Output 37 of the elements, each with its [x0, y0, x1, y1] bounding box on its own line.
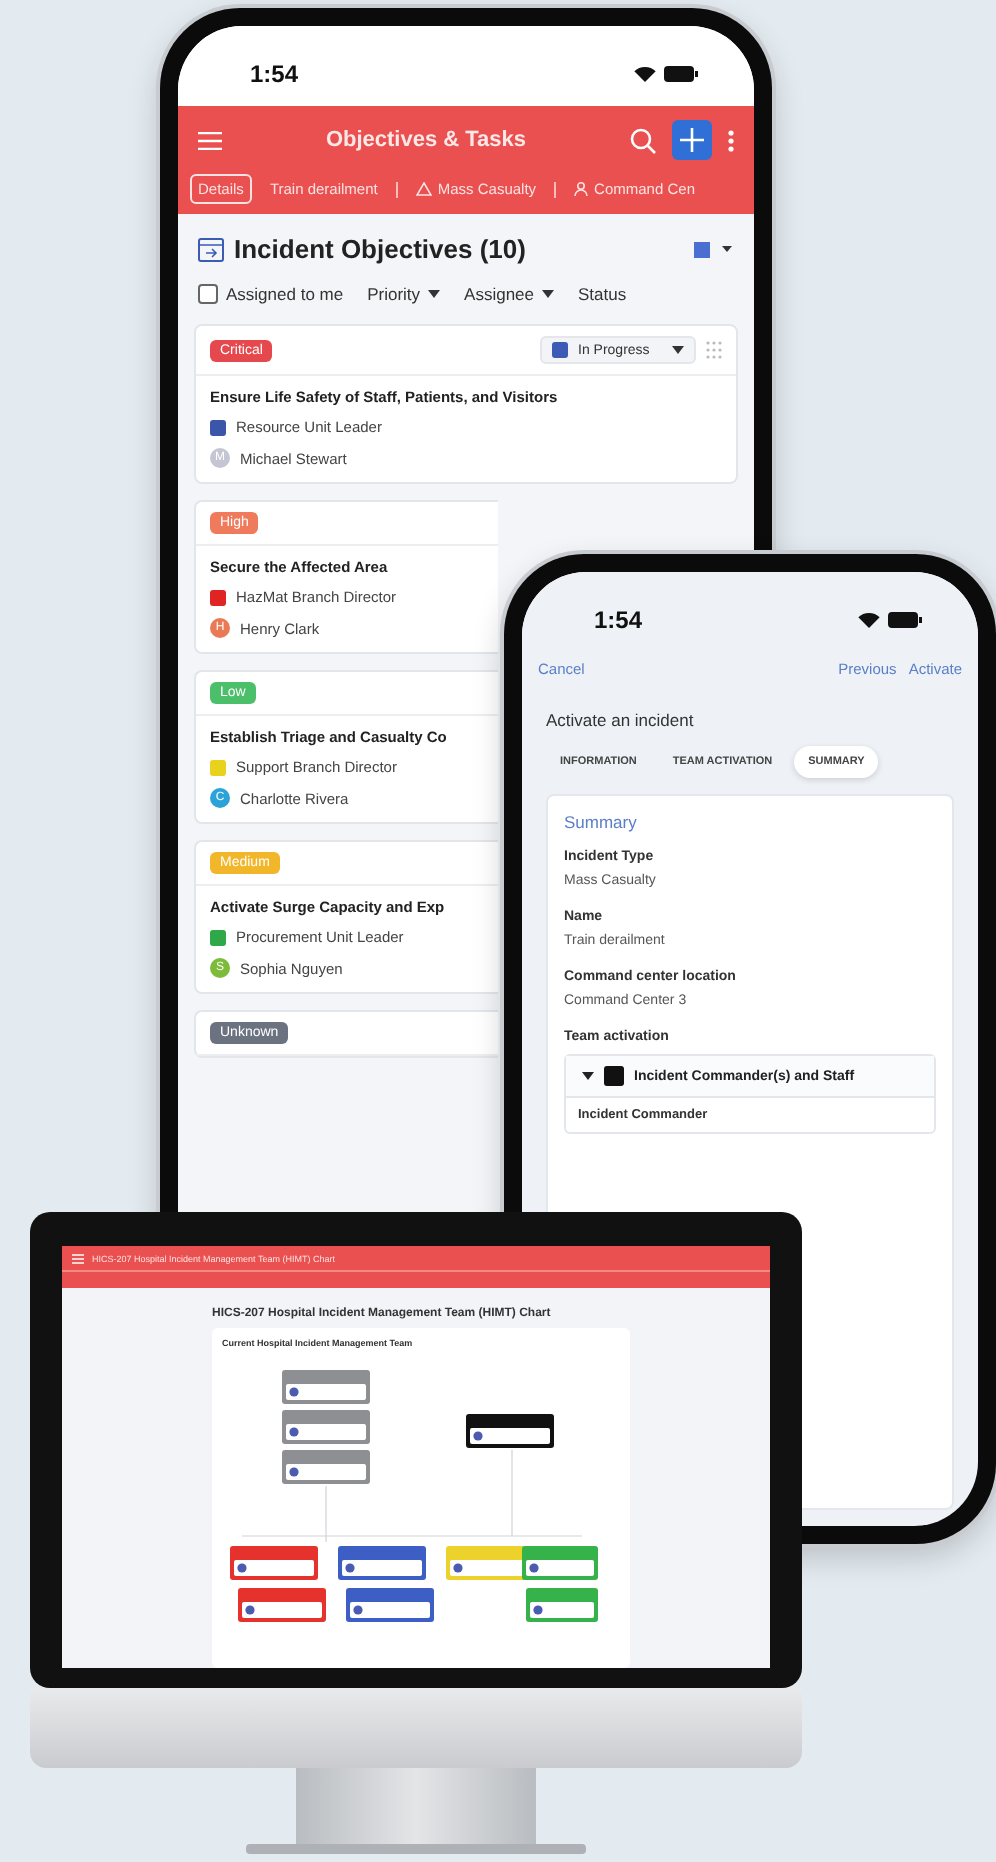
menu-icon[interactable] — [198, 131, 222, 149]
org-chart-node — [282, 1410, 370, 1444]
warning-icon — [415, 182, 432, 196]
org-chart-node — [282, 1370, 370, 1404]
battery-icon — [664, 66, 698, 82]
org-chart-node — [282, 1450, 370, 1484]
drag-handle-icon[interactable] — [706, 340, 722, 360]
org-chart-node — [230, 1546, 318, 1580]
wifi-icon — [858, 612, 880, 628]
section-title: Incident Objectives (10) — [234, 234, 528, 264]
objectives-icon — [198, 237, 224, 261]
more-icon[interactable] — [728, 129, 734, 151]
search-icon[interactable] — [630, 127, 656, 153]
menu-icon[interactable] — [72, 1253, 84, 1263]
header-title: Objectives & Tasks — [323, 128, 529, 152]
org-chart-node — [526, 1588, 598, 1622]
org-chart-node — [466, 1414, 554, 1448]
view-toggle-icon[interactable] — [694, 241, 734, 257]
org-chart-node — [338, 1546, 426, 1580]
org-chart-node — [522, 1546, 598, 1580]
page-title: Activate an incident — [546, 710, 696, 730]
status-time: 1:54 — [250, 60, 299, 88]
summary-heading: Summary — [564, 812, 637, 832]
status-time: 1:54 — [594, 606, 643, 634]
wifi-icon — [634, 66, 656, 82]
caret-icon — [542, 290, 555, 298]
caret-icon — [428, 290, 441, 298]
filter-dropdown[interactable]: Priority — [367, 284, 441, 304]
filter-option[interactable]: Status — [578, 284, 627, 304]
filter-dropdown[interactable]: Assignee — [464, 284, 555, 304]
add-button[interactable] — [672, 120, 712, 160]
battery-icon — [888, 612, 922, 628]
caret-icon — [672, 346, 684, 354]
person-icon — [574, 182, 589, 196]
assigned-filter[interactable]: Assigned to me — [198, 284, 344, 304]
org-chart-node — [346, 1588, 434, 1622]
org-chart-node — [238, 1588, 326, 1622]
